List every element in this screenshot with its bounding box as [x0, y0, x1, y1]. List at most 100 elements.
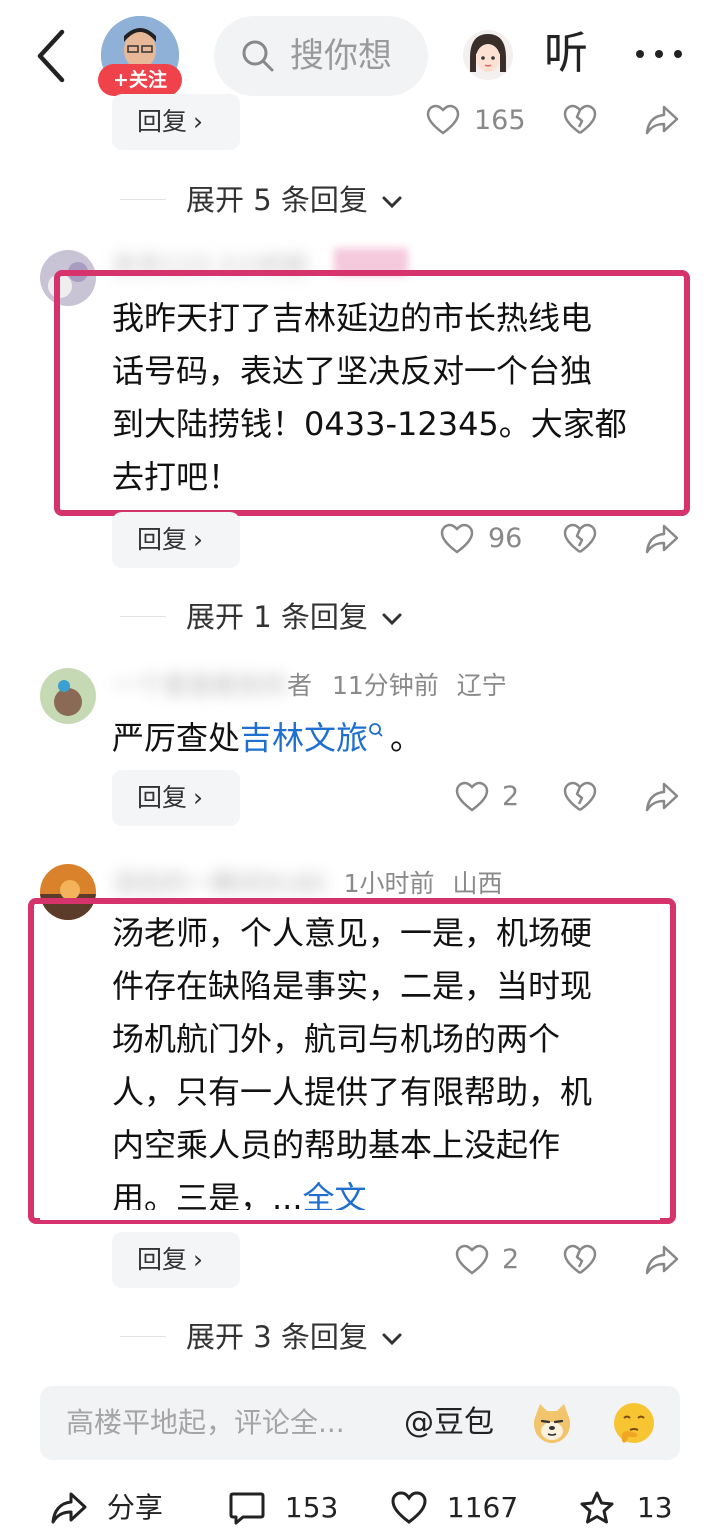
comment-meta: 泪目的一瞬间9180 1小时前 山西	[112, 866, 502, 902]
chevron-right-icon: ›	[193, 1245, 204, 1274]
reply-button[interactable]: 回复 ›	[112, 1232, 240, 1288]
like-button[interactable]	[426, 104, 460, 136]
doge-emoji-icon	[534, 1404, 570, 1443]
comment-line: 内空乘人员的帮助基本上没起作	[112, 1126, 561, 1164]
reply-button[interactable]: 回复 ›	[112, 94, 240, 150]
reply-button[interactable]: 回复 ›	[112, 512, 240, 568]
comment-location: 山西	[452, 869, 503, 898]
comment-time: 1小时前	[343, 869, 435, 898]
author-avatar-group[interactable]: +关注	[98, 14, 182, 98]
like-count: 96	[488, 523, 523, 554]
broken-heart-icon	[563, 781, 597, 812]
heart-icon	[455, 1244, 489, 1275]
user-avatar[interactable]	[40, 668, 96, 724]
expand-label: 展开 3 条回复	[186, 1320, 368, 1354]
search-link[interactable]: 吉林文旅	[240, 719, 368, 757]
dislike-button[interactable]	[563, 781, 597, 813]
broken-heart-icon	[563, 523, 597, 554]
share-arrow-icon	[645, 105, 679, 135]
dislike-button[interactable]	[563, 104, 597, 136]
chevron-down-icon	[382, 1333, 402, 1346]
comment-text: 严厉查处吉林文旅。	[112, 712, 422, 765]
divider	[120, 1336, 166, 1337]
star-icon	[580, 1491, 614, 1524]
mention-button[interactable]: @豆包	[404, 1386, 494, 1460]
reply-label: 回复	[137, 107, 188, 136]
expand-replies-button[interactable]: 展开 3 条回复	[186, 1317, 403, 1357]
like-count: 2	[502, 1244, 520, 1275]
comment-placeholder: 高楼平地起，评论全...	[66, 1406, 345, 1439]
heart-icon	[426, 104, 460, 135]
favorite-button[interactable]: 13	[578, 1485, 673, 1530]
username-tail: 9180	[262, 869, 326, 898]
search-icon	[242, 40, 274, 72]
like-count: 1167	[446, 1491, 519, 1524]
voice-assistant-avatar[interactable]	[462, 28, 514, 82]
like-post-button[interactable]: 1167	[390, 1485, 518, 1530]
comment-text: 汤老师，个人意见，一是，机场硬 件存在缺陷是事实，二是，当时现 场机航门外，航司…	[112, 907, 592, 1210]
comment-line: 人，只有一人提供了有限帮助，机	[112, 1073, 593, 1111]
comment-line: 汤老师，个人意见，一是，机场硬	[112, 914, 593, 952]
username[interactable]: 泪目的	[112, 869, 187, 898]
like-button[interactable]	[440, 523, 474, 555]
dislike-button[interactable]	[563, 1244, 597, 1276]
more-dots-icon	[636, 50, 682, 58]
thinking-emoji-button[interactable]	[612, 1401, 656, 1445]
share-button[interactable]: 分享	[50, 1485, 163, 1530]
dislike-button[interactable]	[563, 523, 597, 555]
share-label: 分享	[106, 1491, 163, 1524]
chevron-right-icon: ›	[193, 525, 204, 554]
doge-emoji-button[interactable]	[530, 1401, 574, 1445]
comment-line: 场机航门外，航司与机场的两个	[112, 1020, 561, 1058]
username-mid: 一瞬间	[187, 869, 263, 898]
divider	[120, 199, 166, 200]
username[interactable]: 一个爱国爱民的	[112, 671, 287, 700]
broken-heart-icon	[563, 104, 597, 135]
share-comment-button[interactable]	[644, 523, 680, 555]
like-count: 2	[502, 781, 520, 812]
share-comment-button[interactable]	[644, 104, 680, 136]
chevron-right-icon: ›	[193, 783, 204, 812]
share-arrow-icon	[645, 524, 679, 554]
heart-icon	[455, 781, 489, 812]
full-text-link[interactable]: 全文	[303, 1179, 367, 1210]
share-arrow-icon	[51, 1492, 87, 1524]
search-box[interactable]: 搜你想	[214, 16, 428, 96]
divider	[120, 616, 166, 617]
like-count: 165	[474, 105, 526, 136]
comment-bubble-icon	[229, 1492, 265, 1525]
reply-label: 回复	[137, 1245, 188, 1274]
more-button[interactable]	[634, 46, 684, 62]
expand-replies-button[interactable]: 展开 1 条回复	[186, 597, 403, 637]
comments-button[interactable]: 153	[228, 1485, 338, 1530]
expand-label: 展开 5 条回复	[186, 183, 368, 217]
chevron-right-icon: ›	[193, 107, 204, 136]
comment-location: 辽宁	[456, 671, 507, 700]
share-arrow-icon	[645, 1245, 679, 1275]
follow-button[interactable]: +关注	[98, 64, 182, 96]
comment-meta: 一个爱国爱民的者 11分钟前 辽宁	[112, 668, 507, 704]
comment-line: 到大陆捞钱！0433-12345。大家都	[112, 405, 627, 443]
listen-button[interactable]: 听	[544, 24, 588, 84]
text-prefix: 严厉查处	[112, 719, 241, 757]
comment-line: 件存在缺陷是事实，二是，当时现	[112, 967, 593, 1005]
share-comment-button[interactable]	[644, 781, 680, 813]
last-line-text: 用。三是，...	[112, 1179, 303, 1210]
reply-label: 回复	[137, 783, 188, 812]
expand-label: 展开 1 条回复	[186, 600, 368, 634]
comment-input[interactable]: 高楼平地起，评论全... @豆包	[40, 1386, 680, 1460]
expand-replies-button[interactable]: 展开 5 条回复	[186, 180, 403, 220]
thinking-emoji-icon	[614, 1403, 654, 1443]
favorite-count: 13	[636, 1491, 673, 1524]
like-button[interactable]	[455, 1244, 489, 1276]
search-placeholder: 搜你想	[290, 36, 392, 76]
chevron-left-icon	[37, 29, 65, 83]
reply-button[interactable]: 回复 ›	[112, 770, 240, 826]
comment-line: 用。三是，...全文	[112, 1172, 592, 1210]
back-button[interactable]	[28, 26, 78, 86]
broken-heart-icon	[563, 1244, 597, 1275]
like-button[interactable]	[455, 781, 489, 813]
chevron-down-icon	[382, 196, 402, 209]
share-comment-button[interactable]	[644, 1244, 680, 1276]
text-suffix: 。	[390, 719, 423, 757]
